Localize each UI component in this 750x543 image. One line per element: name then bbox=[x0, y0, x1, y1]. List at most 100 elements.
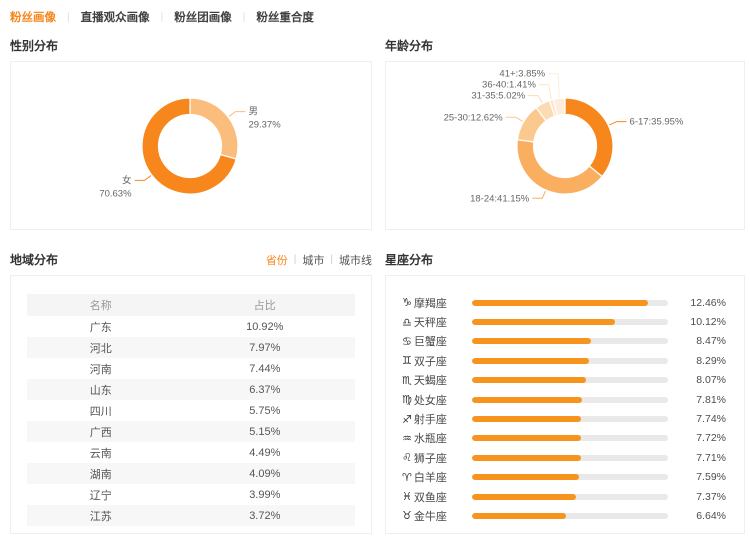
region-table-row: 辽宁3.99% bbox=[27, 484, 355, 505]
zodiac-name: 射手座 bbox=[414, 411, 447, 427]
region-table-cell: 河北 bbox=[27, 337, 175, 358]
region-table-row: 山东6.37% bbox=[27, 379, 355, 400]
zodiac-row: ♐射手座7.74% bbox=[402, 409, 726, 428]
zodiac-value: 7.72% bbox=[678, 432, 726, 444]
bar-fill bbox=[472, 455, 581, 461]
region-card: 名称占比 广东10.92%河北7.97%河南7.44%山东6.37%四川5.75… bbox=[10, 275, 372, 534]
tab-fan-portrait[interactable]: 粉丝画像 bbox=[10, 9, 56, 25]
zodiac-row: ♊双子座 8.29% bbox=[402, 351, 726, 370]
zodiac-label: ♈白羊座 bbox=[402, 469, 466, 485]
zodiac-11-icon: ♓ bbox=[402, 490, 412, 503]
region-table-cell: 广西 bbox=[27, 421, 175, 442]
zodiac-5-icon: ♏ bbox=[402, 374, 412, 387]
bar-track bbox=[472, 455, 668, 461]
zodiac-10-icon: ♈ bbox=[402, 471, 412, 484]
age-section-title: 年龄分布 bbox=[385, 37, 433, 54]
region-table-header: 名称占比 bbox=[27, 294, 355, 316]
region-table-cell: 云南 bbox=[27, 442, 175, 463]
region-column-header: 名称 bbox=[27, 294, 175, 316]
region-column-header: 占比 bbox=[175, 294, 355, 316]
zodiac-label: ♍处女座 bbox=[402, 392, 466, 408]
zodiac-row: ♌狮子座7.71% bbox=[402, 448, 726, 467]
pie-slice-6-17 bbox=[565, 98, 613, 176]
zodiac-value: 8.47% bbox=[678, 335, 726, 347]
fan-portrait-page: 粉丝画像 | 直播观众画像 | 粉丝团画像 | 粉丝重合度 性别分布 男29.3… bbox=[0, 0, 750, 543]
gender-card: 男29.37%女70.63% bbox=[10, 61, 372, 230]
zodiac-name: 水瓶座 bbox=[414, 430, 447, 446]
region-table-cell: 6.37% bbox=[175, 379, 355, 400]
zodiac-name: 狮子座 bbox=[414, 450, 447, 466]
zodiac-row: ♏天蝎座8.07% bbox=[402, 371, 726, 390]
region-table-cell: 3.72% bbox=[175, 505, 355, 526]
tab-fan-overlap[interactable]: 粉丝重合度 bbox=[256, 9, 314, 25]
zodiac-1-icon: ♑ bbox=[402, 296, 412, 309]
pie-label: 男 bbox=[248, 107, 258, 118]
bar-track bbox=[472, 416, 668, 422]
zodiac-name: 双鱼座 bbox=[414, 489, 447, 505]
bar-fill bbox=[472, 416, 581, 422]
bar-track bbox=[472, 494, 668, 500]
zodiac-3-icon: ♋ bbox=[402, 335, 412, 348]
region-table-row: 江苏3.72% bbox=[27, 505, 355, 526]
region-table-row: 河北7.97% bbox=[27, 337, 355, 358]
bar-fill bbox=[472, 300, 648, 306]
region-table-row: 广西5.15% bbox=[27, 421, 355, 442]
subtab-city-tier[interactable]: 城市线 bbox=[339, 252, 372, 268]
region-section-title: 地域分布 bbox=[10, 251, 58, 268]
tab-separator: | bbox=[161, 12, 164, 23]
subtab-city[interactable]: 城市 bbox=[302, 252, 324, 268]
zodiac-row: ♒水瓶座 7.72% bbox=[402, 429, 726, 448]
zodiac-name: 处女座 bbox=[414, 392, 447, 408]
zodiac-4-icon: ♊ bbox=[402, 354, 412, 367]
bar-fill bbox=[472, 397, 582, 403]
zodiac-row: ♎天秤座10.12% bbox=[402, 312, 726, 331]
zodiac-value: 12.46% bbox=[678, 297, 726, 309]
region-table-cell: 四川 bbox=[27, 400, 175, 421]
tab-fan-club-portrait[interactable]: 粉丝团画像 bbox=[174, 9, 232, 25]
zodiac-row: ♋巨蟹座8.47% bbox=[402, 332, 726, 351]
zodiac-label: ♊双子座 bbox=[402, 353, 466, 369]
zodiac-label: ♑摩羯座 bbox=[402, 295, 466, 311]
zodiac-row: ♍处女座 7.81% bbox=[402, 390, 726, 409]
region-table-row: 湖南4.09% bbox=[27, 463, 355, 484]
zodiac-value: 8.29% bbox=[678, 355, 726, 367]
zodiac-name: 金牛座 bbox=[414, 508, 447, 524]
zodiac-12-icon: ♉ bbox=[402, 509, 412, 522]
subtab-province[interactable]: 省份 bbox=[266, 252, 288, 268]
tab-live-audience-portrait[interactable]: 直播观众画像 bbox=[81, 9, 150, 25]
zodiac-row: ♈白羊座7.59% bbox=[402, 468, 726, 487]
bar-fill bbox=[472, 377, 586, 383]
zodiac-label: ♓双鱼座 bbox=[402, 489, 466, 505]
bar-track bbox=[472, 300, 668, 306]
region-subtabs: 省份 | 城市 | 城市线 bbox=[266, 252, 372, 268]
bar-track bbox=[472, 338, 668, 344]
top-tabbar: 粉丝画像 | 直播观众画像 | 粉丝团画像 | 粉丝重合度 bbox=[10, 6, 745, 28]
zodiac-row: ♓双鱼座7.37% bbox=[402, 487, 726, 506]
zodiac-row: ♉金牛座6.64% bbox=[402, 506, 726, 525]
zodiac-value: 7.81% bbox=[678, 394, 726, 406]
zodiac-value: 7.71% bbox=[678, 452, 726, 464]
age-donut-chart: 6-17:35.95%18-24:41.15%25-30:12.62%31-35… bbox=[386, 62, 744, 229]
region-table-cell: 5.75% bbox=[175, 400, 355, 421]
bar-fill bbox=[472, 513, 566, 519]
region-table-cell: 湖南 bbox=[27, 463, 175, 484]
pie-label-line bbox=[532, 191, 545, 198]
pie-label: 6-17:35.95% bbox=[630, 117, 684, 128]
pie-label-line bbox=[539, 85, 551, 99]
zodiac-2-icon: ♎ bbox=[402, 316, 412, 329]
zodiac-value: 7.74% bbox=[678, 413, 726, 425]
region-table-cell: 7.44% bbox=[175, 358, 355, 379]
pie-label: 70.63% bbox=[99, 188, 132, 199]
zodiac-section-title: 星座分布 bbox=[385, 251, 433, 268]
zodiac-6-icon: ♍ bbox=[402, 393, 412, 406]
region-table-cell: 5.15% bbox=[175, 421, 355, 442]
zodiac-label: ♎天秤座 bbox=[402, 314, 466, 330]
pie-label: 31-35:5.02% bbox=[471, 91, 525, 102]
top-charts-row: 性别分布 男29.37%女70.63% 年龄分布 6-17:35.95%18-2… bbox=[10, 28, 745, 230]
bar-fill bbox=[472, 494, 576, 500]
bottom-charts-row: 地域分布 省份 | 城市 | 城市线 名称占比 广东10.92%河北7.97%河… bbox=[10, 242, 745, 534]
zodiac-8-icon: ♒ bbox=[402, 432, 412, 445]
subtab-separator: | bbox=[330, 254, 333, 265]
pie-label: 18-24:41.15% bbox=[470, 193, 530, 204]
pie-label: 41+:3.85% bbox=[499, 69, 545, 80]
